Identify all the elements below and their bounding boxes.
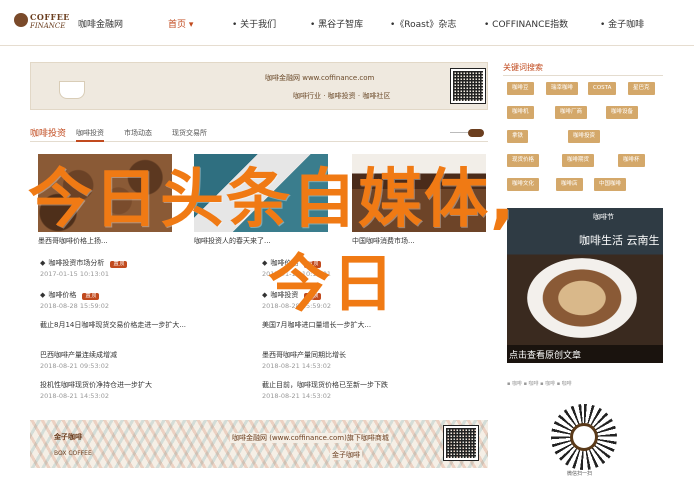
bottom-banner-text: 咖啡金融网 (www.coffinance.com)旗下咖啡商城 — [230, 433, 391, 443]
qr-code-icon — [443, 425, 479, 461]
nav-think-tank[interactable]: • 黑谷子智库 — [310, 17, 363, 30]
tab-spot-exchange[interactable]: 现货交易所 — [172, 128, 207, 138]
list-item[interactable]: 墨西哥咖啡产量同期比增长 — [262, 350, 346, 360]
nav-jinzi-coffee[interactable]: • 金子咖啡 — [600, 17, 644, 30]
keyword-tag[interactable]: 中国咖啡 — [594, 178, 627, 191]
list-item-date: 2018-08-21 14:53:02 — [262, 362, 332, 370]
bottom-banner-brand: 金子咖啡 — [54, 433, 82, 441]
keyword-tag[interactable]: 瑞幸咖啡 — [546, 82, 579, 95]
sidebar-title: 关键词搜索 — [503, 63, 543, 72]
watermark-line1: 今日头条自媒体, — [28, 163, 517, 237]
nav-home[interactable]: 首页 ▾ — [168, 17, 193, 30]
list-item-title: 咖啡投资市场分析 — [48, 259, 105, 267]
keyword-tag[interactable]: 咖啡机 — [507, 106, 534, 119]
ad-caption-bar: 点击查看原创文章 — [507, 345, 663, 363]
more-button[interactable] — [450, 129, 484, 137]
list-item[interactable]: 截止8月14日咖啡现货交易价格走进一步扩大... — [40, 320, 186, 330]
coffee-cup-icon — [14, 13, 28, 27]
list-item-title: 咖啡价格 — [48, 291, 77, 299]
keyword-tag[interactable]: 咖啡期货 — [562, 154, 595, 167]
site-logo[interactable]: COFFEE FINANCE — [14, 10, 74, 34]
watermark-line2: 今日 — [268, 247, 397, 320]
logo-line2: FINANCE — [30, 22, 66, 30]
list-item[interactable]: 巴西咖啡产量连续成增减 — [40, 350, 117, 360]
top-banner-line1: 咖啡金融网 www.coffinance.com — [265, 74, 375, 82]
list-item[interactable]: 投机性咖啡现货价净持仓进一步扩大 — [40, 380, 152, 390]
top-banner[interactable]: 咖啡金融网 www.coffinance.com 咖啡行业 · 咖啡投资 · 咖… — [30, 62, 488, 110]
list-item-date: 2018-08-21 14:53:02 — [40, 392, 110, 400]
pinned-badge: 置顶 — [82, 293, 100, 300]
list-item[interactable]: ◆ 咖啡投资市场分析 置顶 — [40, 258, 128, 268]
nav-coffinance-index[interactable]: • COFFINANCE指数 — [484, 17, 568, 30]
bottom-banner[interactable]: 金子咖啡 BOX COFFEE 咖啡金融网 (www.coffinance.co… — [30, 420, 488, 468]
ad-caption: 点击查看原创文章 — [509, 351, 582, 361]
bottom-banner-subtext: 金子咖啡 — [330, 450, 362, 460]
tab-market-news[interactable]: 市场动态 — [124, 128, 152, 138]
sidebar-ad[interactable]: 咖啡节 咖啡生活 云南生 点击查看原创文章 — [507, 208, 663, 363]
list-item-date: 2018-08-28 15:59:02 — [40, 302, 110, 310]
divider — [503, 75, 663, 76]
keyword-tag[interactable]: 咖啡厂商 — [555, 106, 588, 119]
list-item[interactable]: 截止目前，咖啡现货价格已至新一步下跌 — [262, 380, 388, 390]
coffee-cup-icon — [570, 423, 598, 451]
ad-sub-links[interactable]: ▪ 咖啡 ▪ 咖啡 ▪ 咖啡 ▪ 咖啡 — [507, 380, 572, 387]
bullet-icon: ◆ — [262, 259, 268, 267]
keyword-tag[interactable]: 咖啡豆 — [507, 82, 534, 95]
keyword-tag[interactable]: 拿铁 — [507, 130, 529, 143]
keyword-tag[interactable]: COSTA — [588, 82, 617, 95]
keyword-tag[interactable]: 咖啡设备 — [606, 106, 639, 119]
section-header: 咖啡投资 咖啡投资 市场动态 现货交易所 — [30, 124, 488, 142]
list-item-date: 2017-01-15 10:13:01 — [40, 270, 110, 278]
bullet-icon: ◆ — [40, 291, 46, 299]
keyword-tag[interactable]: 咖啡投资 — [568, 130, 601, 143]
latte-art-image — [527, 258, 637, 338]
nav-roast-magazine[interactable]: •《Roast》杂志 — [390, 17, 456, 30]
nav-about[interactable]: • 关于我们 — [232, 17, 276, 30]
qr-caption: 微信扫一扫 — [567, 471, 593, 477]
tab-coffee-investment[interactable]: 咖啡投资 — [76, 128, 104, 142]
list-item[interactable]: ◆ 咖啡价格 置顶 — [40, 290, 100, 300]
keyword-tag[interactable]: 星巴克 — [628, 82, 655, 95]
pinned-badge: 置顶 — [110, 261, 128, 268]
wechat-qr-code — [551, 404, 617, 470]
bullet-icon: ◆ — [262, 291, 268, 299]
list-item-title: 截止8月14日咖啡现货交易价格走进一步扩大... — [40, 321, 187, 329]
qr-code-icon — [450, 68, 486, 104]
site-name[interactable]: 咖啡金融网 — [78, 17, 123, 30]
keyword-tag[interactable]: 咖啡杯 — [618, 154, 645, 167]
mug-icon — [59, 81, 85, 99]
list-item-date: 2018-08-21 09:53:02 — [40, 362, 110, 370]
ad-text-top: 咖啡节 — [593, 213, 614, 221]
top-banner-line2: 咖啡行业 · 咖啡投资 · 咖啡社区 — [293, 92, 391, 100]
section-title: 咖啡投资 — [30, 129, 67, 139]
list-item-title: 投机性咖啡现货价净持仓进一步扩大 — [40, 381, 152, 389]
list-item-title: 截止目前，咖啡现货价格已至新一步下跌 — [262, 381, 388, 389]
logo-line1: COFFEE — [30, 12, 70, 22]
list-item-date: 2018-08-21 14:53:02 — [262, 392, 332, 400]
ad-text-mid: 咖啡生活 云南生 — [579, 234, 660, 247]
list-item-title: 墨西哥咖啡产量同期比增长 — [262, 351, 346, 359]
bullet-icon: ◆ — [40, 259, 46, 267]
bottom-banner-brand-en: BOX COFFEE — [54, 450, 92, 457]
site-header: COFFEE FINANCE 咖啡金融网 首页 ▾ • 关于我们 • 黑谷子智库… — [0, 0, 694, 46]
list-item-title: 巴西咖啡产量连续成增减 — [40, 351, 117, 359]
keyword-tag[interactable]: 咖啡店 — [556, 178, 583, 191]
